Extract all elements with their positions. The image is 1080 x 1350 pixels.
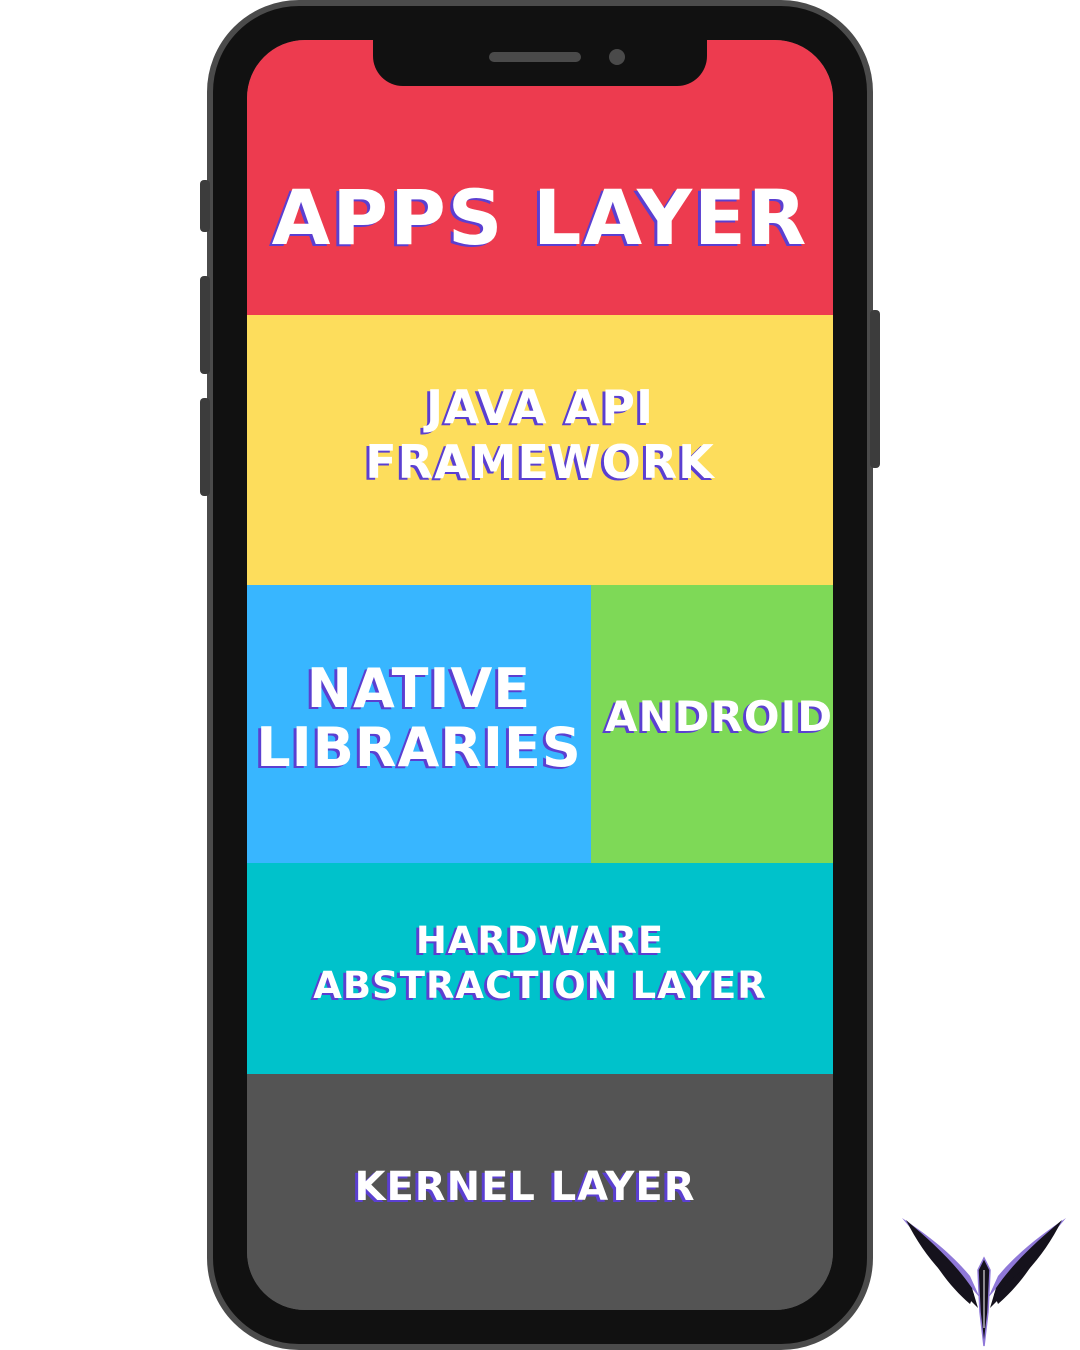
apps-layer-label: APPS LAYER (271, 172, 809, 262)
java-api-framework-layer: JAVA API FRAMEWORK (247, 315, 833, 585)
winged-emblem-icon (902, 1218, 1066, 1347)
silent-switch (200, 180, 210, 232)
phone-screen: APPS LAYER JAVA API FRAMEWORK NATIVE LIB… (247, 40, 833, 1310)
kernel-layer-label: KERNEL LAYER (354, 1164, 696, 1210)
notch (373, 40, 707, 86)
native-libraries-layer: NATIVE LIBRARIES (247, 585, 591, 863)
android-runtime-layer: ANDROID RUNTIME (591, 585, 833, 863)
hardware-abstraction-layer: HARDWARE ABSTRACTION LAYER (247, 863, 833, 1074)
volume-up-button (200, 276, 210, 374)
power-button (870, 310, 880, 468)
kernel-layer: KERNEL LAYER (247, 1074, 833, 1310)
android-runtime-label: ANDROID RUNTIME (605, 691, 833, 741)
volume-down-button (200, 398, 210, 496)
camera-icon (609, 49, 625, 65)
java-api-framework-label: JAVA API FRAMEWORK (365, 379, 715, 489)
hardware-abstraction-layer-label: HARDWARE ABSTRACTION LAYER (313, 919, 767, 1007)
speaker-grille (489, 52, 581, 62)
native-libraries-label: NATIVE LIBRARIES (256, 656, 582, 779)
